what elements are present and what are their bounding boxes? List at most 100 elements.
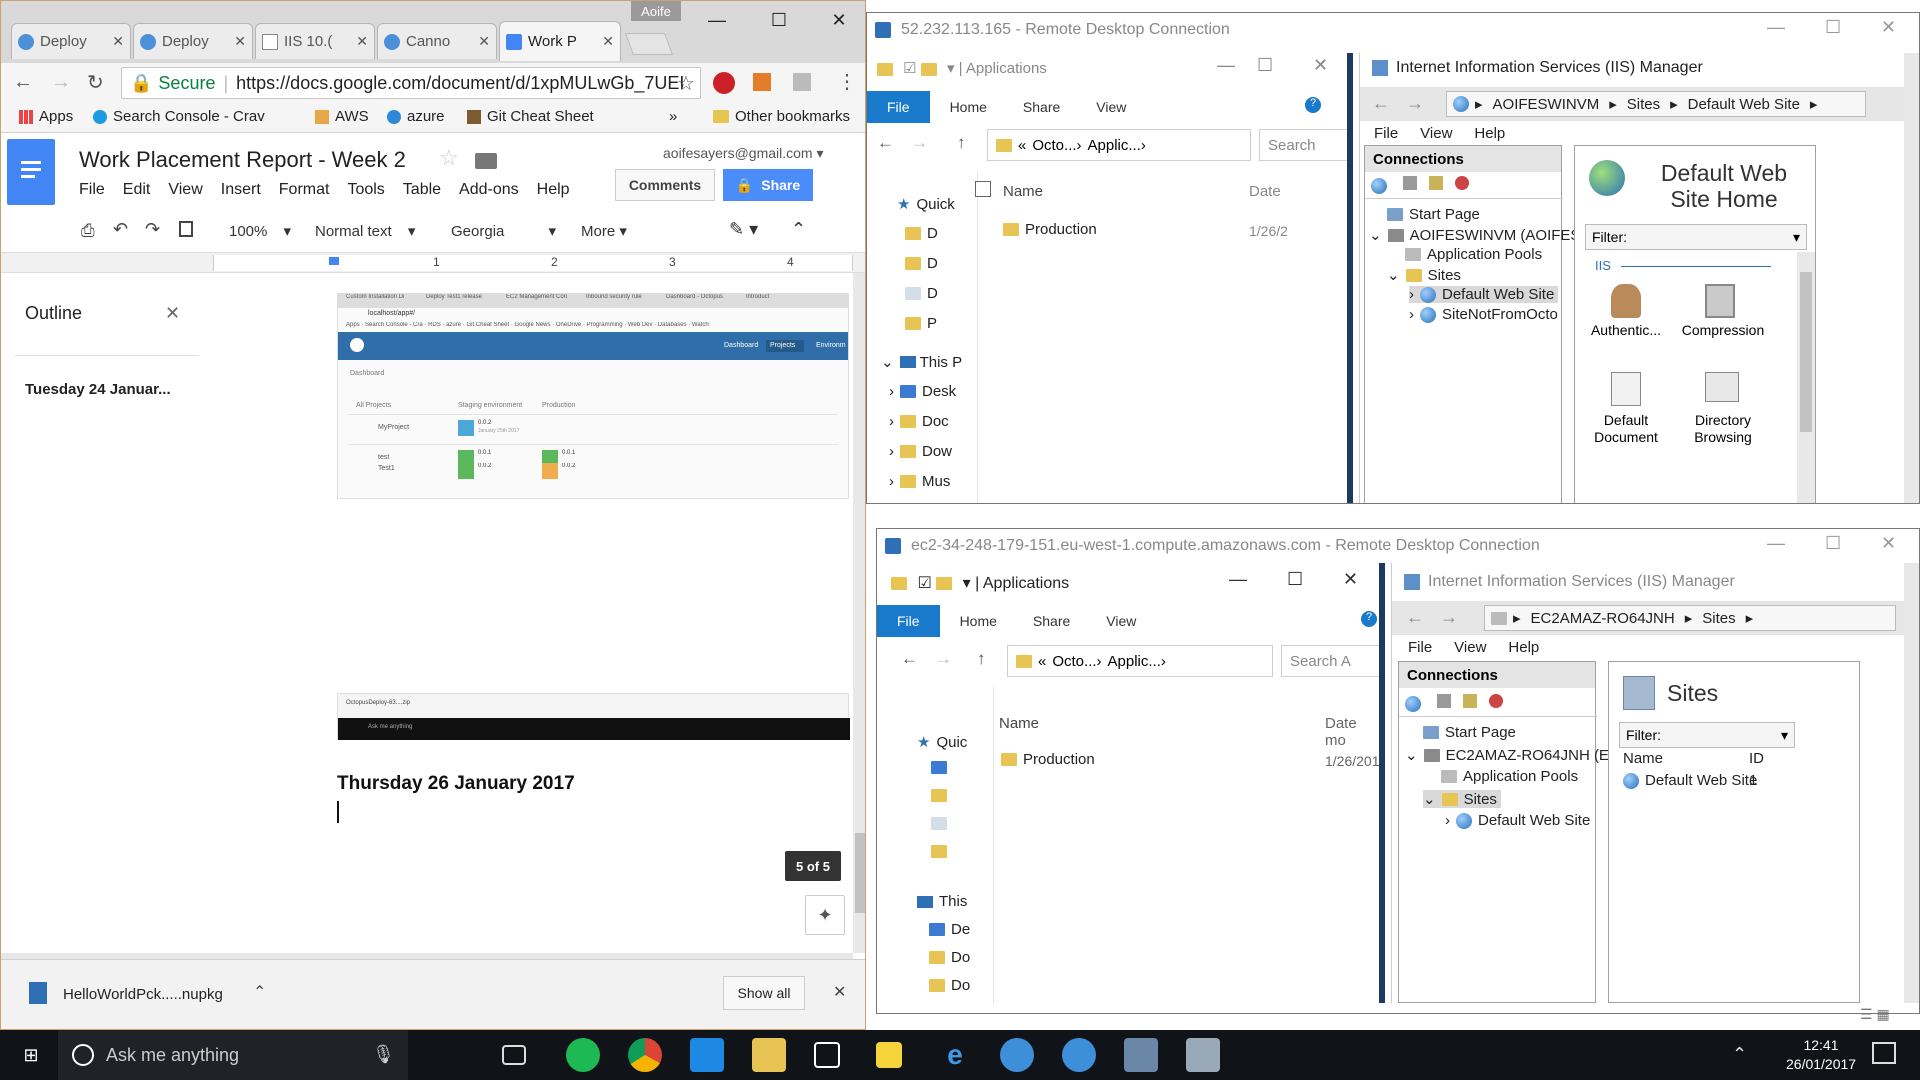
undo-icon[interactable]: ↶ bbox=[113, 219, 128, 240]
style-select[interactable]: Normal text ▾ bbox=[315, 222, 415, 240]
minimize-button[interactable]: — bbox=[695, 5, 739, 35]
pencil-icon[interactable]: ✎ ▾ bbox=[729, 219, 758, 240]
tree-item[interactable]: Do bbox=[929, 949, 970, 966]
forward-icon[interactable]: → bbox=[911, 133, 928, 153]
profile-badge[interactable]: Aoife bbox=[631, 1, 681, 21]
sticky-notes-icon[interactable] bbox=[876, 1042, 902, 1068]
column-name[interactable]: Name bbox=[999, 715, 1039, 732]
file-explorer-icon[interactable] bbox=[752, 1038, 786, 1072]
doc-title[interactable]: Work Placement Report - Week 2 bbox=[79, 147, 406, 173]
menu-file[interactable]: File bbox=[1408, 639, 1432, 656]
menu-help[interactable]: Help bbox=[1508, 639, 1539, 656]
view-toggle-icon[interactable]: ☰ ▦ bbox=[1860, 1006, 1890, 1023]
save-icon[interactable] bbox=[1402, 176, 1417, 190]
close-icon[interactable]: ✕ bbox=[228, 33, 246, 50]
features-scrollbar[interactable] bbox=[1797, 252, 1815, 503]
spotify-icon[interactable] bbox=[566, 1038, 600, 1072]
maximize-button[interactable]: ☐ bbox=[757, 5, 801, 35]
tab-iis[interactable]: IIS 10.(✕ bbox=[255, 23, 375, 59]
tree-item[interactable]: Do bbox=[929, 977, 970, 994]
ribbon-tab-file[interactable]: File bbox=[867, 91, 930, 123]
file-row-production[interactable]: Production bbox=[1003, 221, 1097, 238]
star-icon[interactable]: ☆ bbox=[439, 145, 459, 171]
tree-this-pc[interactable]: ⌄ This P bbox=[881, 353, 962, 372]
feature-default-document[interactable]: Default Document bbox=[1581, 412, 1671, 446]
column-name[interactable]: Name bbox=[1623, 750, 1663, 767]
bookmark-aws[interactable]: AWS bbox=[315, 108, 369, 125]
default-document-icon[interactable] bbox=[1611, 372, 1641, 406]
cortana-search[interactable]: Ask me anything 🎙 bbox=[58, 1030, 408, 1080]
minimize-button[interactable]: — bbox=[1767, 533, 1785, 554]
bookmark-search-console[interactable]: Search Console - Crav bbox=[93, 108, 265, 125]
paint-format-icon[interactable] bbox=[179, 221, 193, 237]
close-button[interactable]: ✕ bbox=[1313, 55, 1328, 76]
menu-file[interactable]: File bbox=[1374, 125, 1398, 142]
document-page[interactable]: Custom Installation Di Deploy Test1 relea… bbox=[213, 273, 853, 953]
search-box[interactable]: Search A bbox=[1281, 645, 1379, 677]
forward-icon[interactable]: → bbox=[51, 71, 71, 94]
explore-icon[interactable]: ✦ bbox=[805, 895, 845, 935]
share-button[interactable]: 🔒 Share bbox=[723, 169, 813, 201]
tree-default-web-site[interactable]: › Default Web Site bbox=[1445, 812, 1590, 829]
tree-start-page[interactable]: Start Page bbox=[1423, 724, 1516, 741]
tree-item[interactable]: D bbox=[905, 225, 938, 242]
feature-directory-browsing[interactable]: Directory Browsing bbox=[1675, 412, 1771, 446]
menu-view[interactable]: View bbox=[168, 181, 202, 198]
forward-icon[interactable]: → bbox=[1406, 93, 1424, 114]
close-icon[interactable]: ✕ bbox=[106, 33, 124, 50]
windows-start-icon[interactable]: ⊞ bbox=[14, 1038, 48, 1072]
tree-item[interactable]: › Desk bbox=[889, 383, 956, 400]
maximize-button[interactable]: ☐ bbox=[1257, 55, 1273, 76]
menu-format[interactable]: Format bbox=[279, 181, 330, 198]
back-icon[interactable]: ← bbox=[1406, 607, 1424, 628]
tree-sites[interactable]: ⌄ Sites bbox=[1387, 266, 1461, 285]
tree-quick-access[interactable]: ★ Quic bbox=[917, 733, 967, 752]
iis-manager-icon[interactable] bbox=[1186, 1038, 1220, 1072]
microphone-icon[interactable]: 🎙 bbox=[372, 1044, 395, 1065]
close-icon[interactable]: ✕ bbox=[472, 33, 490, 50]
docs-scrollbar[interactable] bbox=[853, 273, 865, 953]
minimize-button[interactable]: — bbox=[1217, 55, 1235, 76]
menu-help[interactable]: Help bbox=[537, 181, 570, 198]
help-icon[interactable]: ? bbox=[1305, 97, 1321, 113]
bookmark-azure[interactable]: azure bbox=[387, 108, 445, 125]
tree-item[interactable] bbox=[931, 789, 953, 802]
clock[interactable]: 12:41 26/01/2017 bbox=[1786, 1036, 1856, 1074]
download-item[interactable]: HelloWorldPck.....nupkg bbox=[63, 986, 223, 1003]
connect-icon[interactable] bbox=[1405, 696, 1421, 713]
up-icon[interactable]: ↑ bbox=[957, 133, 966, 153]
save-icon[interactable] bbox=[1436, 694, 1451, 708]
minimize-button[interactable]: — bbox=[1767, 17, 1785, 38]
disconnect-icon[interactable] bbox=[1454, 176, 1469, 190]
column-date[interactable]: Date mo bbox=[1325, 715, 1379, 749]
star-icon[interactable]: ☆ bbox=[677, 71, 695, 96]
folder-up-icon[interactable] bbox=[1428, 176, 1443, 190]
menu-table[interactable]: Table bbox=[403, 181, 441, 198]
chrome-icon[interactable] bbox=[628, 1038, 662, 1072]
maximize-button[interactable]: ☐ bbox=[1287, 569, 1303, 590]
menu-tools[interactable]: Tools bbox=[347, 181, 384, 198]
address-path[interactable]: « Octo... › Applic... › bbox=[1007, 645, 1273, 677]
ribbon-tab-view[interactable]: View bbox=[1106, 613, 1136, 629]
tab-deploy-1[interactable]: Deploy ✕ bbox=[11, 23, 131, 59]
maximize-button[interactable]: ☐ bbox=[1825, 17, 1841, 38]
tree-item[interactable]: D bbox=[905, 285, 938, 302]
bookmark-git-cheat-sheet[interactable]: Git Cheat Sheet bbox=[467, 108, 594, 125]
tree-item[interactable]: De bbox=[929, 921, 970, 938]
rdp-scrollbar[interactable] bbox=[1904, 53, 1919, 503]
indent-marker-icon[interactable] bbox=[329, 257, 339, 265]
menu-view[interactable]: View bbox=[1420, 125, 1452, 142]
tree-sites[interactable]: ⌄ Sites bbox=[1423, 790, 1501, 808]
date-heading[interactable]: Thursday 26 January 2017 bbox=[337, 773, 575, 795]
forward-icon[interactable]: → bbox=[1440, 607, 1458, 628]
ribbon-tab-home[interactable]: Home bbox=[960, 613, 997, 629]
tree-app-pools[interactable]: Application Pools bbox=[1405, 246, 1542, 263]
close-button[interactable]: ✕ bbox=[817, 5, 861, 35]
folder-up-icon[interactable] bbox=[1462, 694, 1477, 708]
close-icon[interactable]: ✕ bbox=[596, 33, 614, 50]
tree-start-page[interactable]: Start Page bbox=[1387, 206, 1480, 223]
menu-view[interactable]: View bbox=[1454, 639, 1486, 656]
tree-item[interactable] bbox=[931, 817, 953, 830]
back-icon[interactable]: ← bbox=[13, 71, 33, 94]
forward-icon[interactable]: → bbox=[935, 649, 952, 669]
